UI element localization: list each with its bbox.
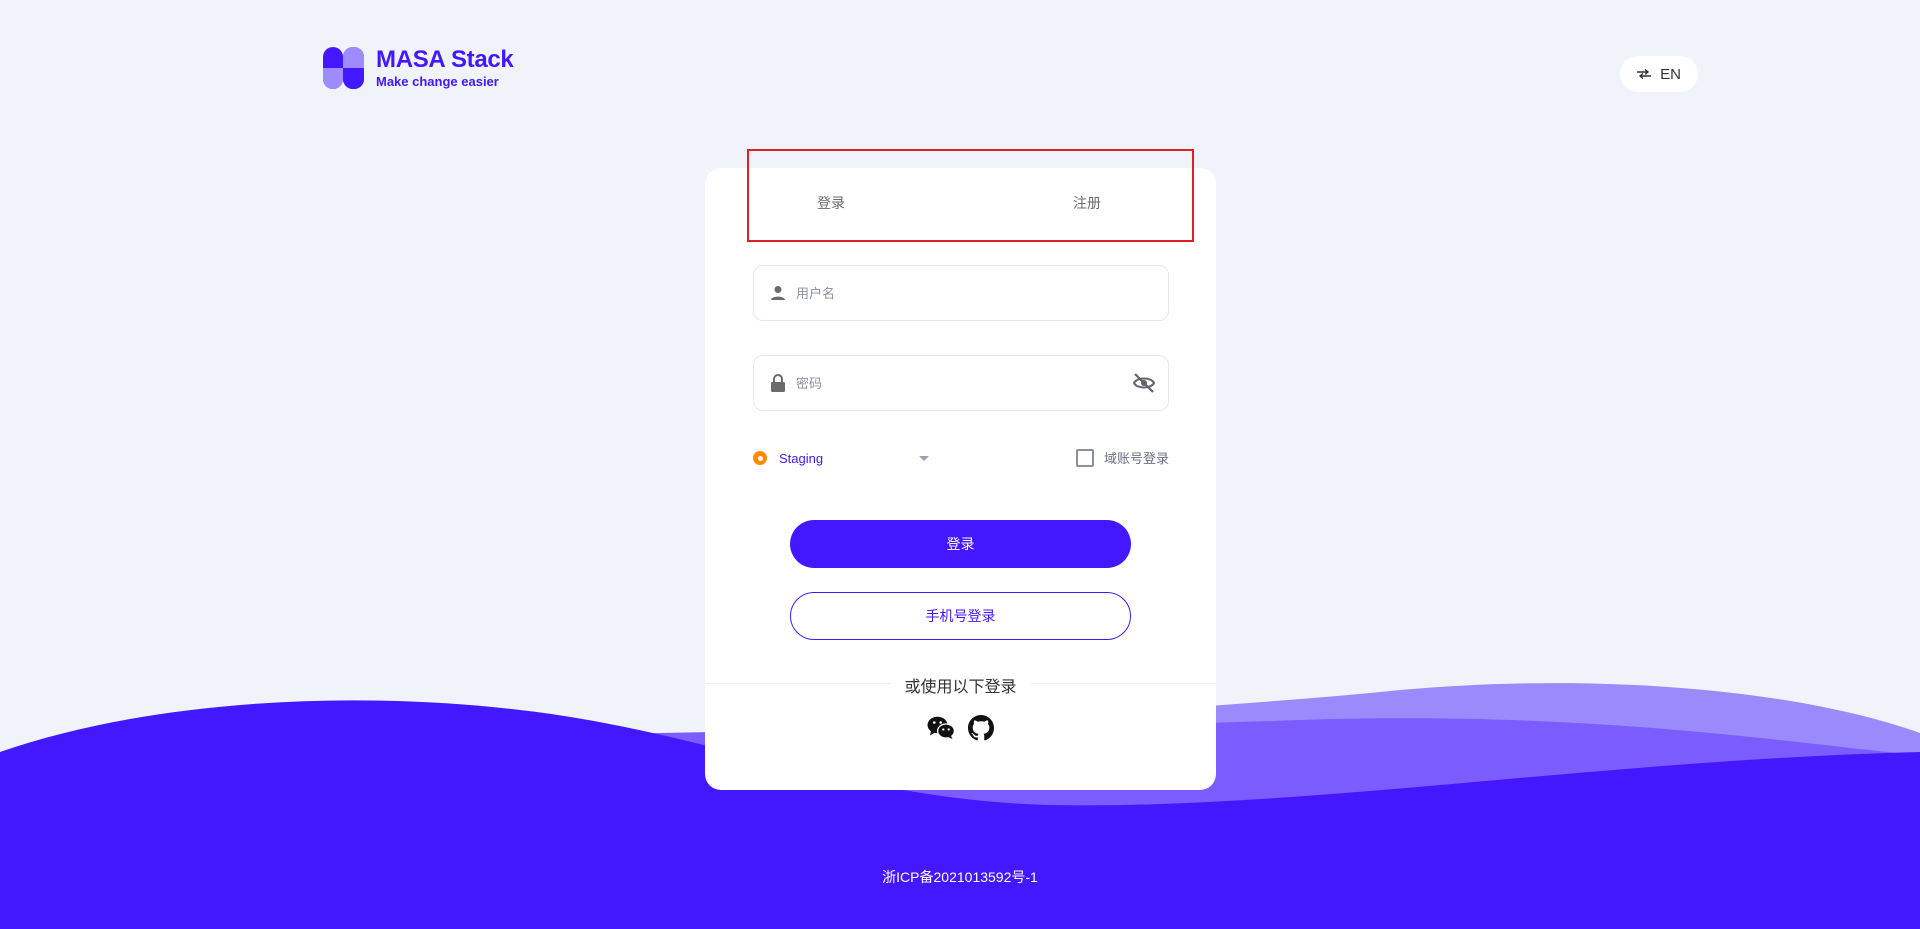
password-input[interactable] [794, 374, 1168, 392]
user-icon [768, 285, 788, 301]
login-page: MASA Stack Make change easier EN 登录 注册 用… [0, 0, 1920, 929]
environment-status-icon [753, 451, 767, 465]
login-card: 登录 注册 用户名 Staging 域账号登录 登录 手机号登录 或使用以下登录 [705, 168, 1216, 790]
domain-login-checkbox[interactable]: 域账号登录 [1075, 448, 1169, 467]
phone-login-button[interactable]: 手机号登录 [790, 592, 1131, 640]
lock-icon [768, 373, 788, 393]
checkbox-box[interactable] [1075, 448, 1094, 467]
username-input[interactable] [794, 284, 1168, 302]
brand-logo[interactable]: MASA Stack Make change easier [323, 47, 514, 89]
tab-login[interactable]: 登录 [705, 168, 960, 238]
eye-off-icon[interactable] [1132, 372, 1156, 399]
environment-row: Staging 域账号登录 [753, 443, 1169, 473]
alt-login-label: 或使用以下登录 [890, 679, 1031, 696]
login-button[interactable]: 登录 [790, 520, 1131, 568]
language-label: EN [1660, 65, 1681, 83]
wechat-icon[interactable] [927, 714, 955, 742]
icp-footer[interactable]: 浙ICP备2021013592号-1 [0, 867, 1920, 887]
brand-tagline: Make change easier [376, 74, 499, 89]
auth-tabs: 登录 注册 [705, 168, 1216, 238]
language-toggle-button[interactable]: EN [1620, 56, 1698, 92]
brand-title: MASA Stack [376, 46, 514, 73]
github-icon[interactable] [967, 714, 995, 742]
domain-login-label: 域账号登录 [1103, 451, 1169, 466]
social-login-row [705, 714, 1216, 742]
chevron-down-icon[interactable] [919, 455, 930, 461]
tab-register[interactable]: 注册 [960, 168, 1216, 238]
username-field[interactable] [753, 265, 1169, 321]
password-field[interactable] [753, 355, 1169, 411]
alt-login-label-wrap: 或使用以下登录 [705, 673, 1216, 697]
masa-logo-icon [323, 47, 364, 89]
environment-select[interactable]: Staging [779, 451, 823, 466]
swap-arrows-icon [1637, 66, 1652, 82]
